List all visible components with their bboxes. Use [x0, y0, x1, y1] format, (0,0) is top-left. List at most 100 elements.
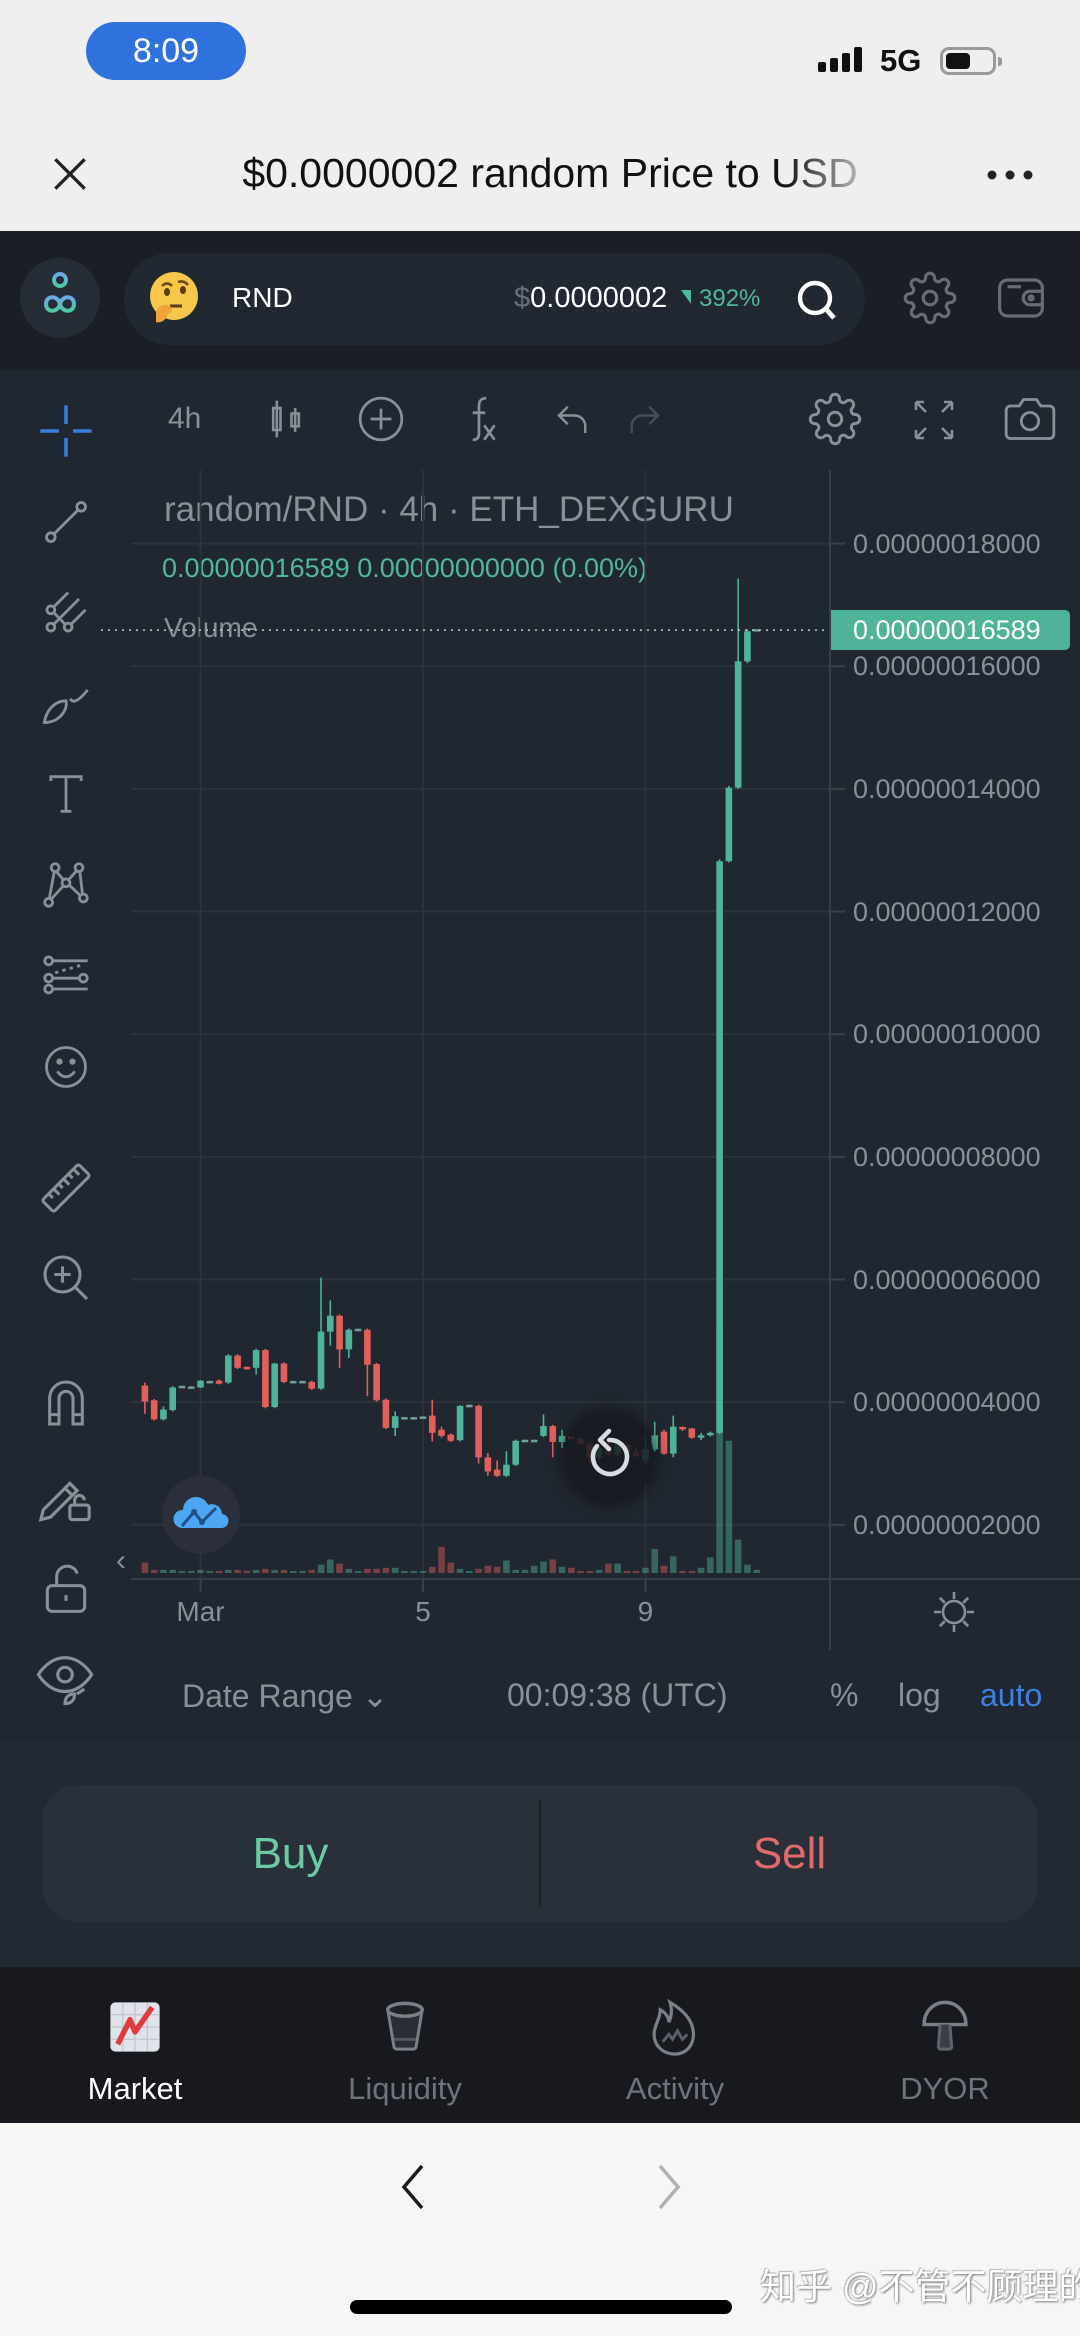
tradingview-logo-button[interactable]: [162, 1476, 240, 1554]
tool-brush[interactable]: [40, 677, 92, 729]
snapshot-button[interactable]: [1003, 393, 1057, 445]
candle-body: [262, 1350, 269, 1408]
candlestick-chart[interactable]: [101, 470, 845, 1592]
candle-body: [252, 1350, 260, 1368]
nav-label: Market: [87, 2071, 183, 2106]
tool-crosshair[interactable]: [38, 403, 94, 459]
candle: [716, 859, 723, 1435]
candle-doji: [206, 1380, 214, 1384]
ruler-icon: [41, 1163, 91, 1213]
chevron-right-icon: [658, 2164, 681, 2210]
volume-bar: [466, 1570, 473, 1573]
candle: [160, 1406, 167, 1421]
percent-scale-toggle[interactable]: %: [830, 1677, 858, 1714]
battery-nub: [998, 57, 1002, 66]
indicators-button[interactable]: [455, 394, 505, 444]
tool-text[interactable]: [40, 768, 92, 820]
undo-button[interactable]: [551, 398, 595, 440]
nav-item-dyor[interactable]: DYOR: [810, 1967, 1080, 2123]
page-title: $0.0000002 random Price to USD: [242, 150, 858, 196]
utc-clock[interactable]: 00:09:38 (UTC): [507, 1677, 728, 1714]
tool-zoom-in[interactable]: [38, 1250, 94, 1306]
volume-bar: [697, 1567, 705, 1573]
tool-hide-drawings[interactable]: [36, 1648, 94, 1706]
browser-back-button[interactable]: [392, 2160, 434, 2214]
candle-body: [308, 1381, 316, 1389]
price-axis-label: 0.00000018000: [853, 528, 1041, 559]
volume-bar: [364, 1568, 371, 1573]
battery-icon: [940, 47, 1002, 75]
candle: [503, 1451, 510, 1477]
home-indicator[interactable]: [350, 2300, 732, 2314]
add-indicator-icon: [358, 396, 404, 442]
candle-body: [215, 1380, 223, 1384]
volume-bar: [568, 1567, 575, 1573]
fullscreen-button[interactable]: [910, 396, 958, 444]
candle-body: [364, 1329, 371, 1365]
candle-body: [150, 1400, 158, 1420]
flame-icon: [645, 1995, 705, 2059]
buy-button[interactable]: Buy: [42, 1785, 539, 1922]
candle: [317, 1277, 325, 1390]
volume-bar: [373, 1568, 380, 1573]
nav-item-liquidity[interactable]: Liquidity: [270, 1967, 540, 2123]
chart-settings-button[interactable]: [808, 392, 862, 446]
add-indicator-button[interactable]: [356, 394, 406, 444]
tool-pattern[interactable]: [40, 859, 92, 911]
tool-magnet[interactable]: [38, 1375, 94, 1431]
auto-scale-toggle[interactable]: auto: [980, 1677, 1042, 1714]
candle: [660, 1429, 668, 1455]
more-options-button[interactable]: [982, 160, 1038, 190]
sell-button[interactable]: Sell: [541, 1785, 1038, 1922]
tool-emoji[interactable]: [40, 1041, 92, 1093]
tool-fibonacci[interactable]: [40, 950, 92, 1002]
candle: [382, 1398, 390, 1430]
volume-bar: [215, 1570, 223, 1573]
volume-bar: [243, 1570, 251, 1573]
date-range-dropdown[interactable]: Date Range ⌄: [182, 1677, 388, 1715]
interval-selector[interactable]: 4h: [168, 402, 201, 436]
volume-bar: [493, 1566, 501, 1573]
candle-body: [669, 1426, 677, 1454]
tool-ruler[interactable]: [38, 1160, 94, 1216]
candle-body: [697, 1435, 705, 1438]
candle: [725, 785, 733, 863]
candle: [243, 1366, 251, 1370]
emoji-icon: [45, 1046, 87, 1088]
log-scale-toggle[interactable]: log: [898, 1677, 941, 1714]
scroll-left-button[interactable]: ‹: [116, 1544, 126, 1578]
candle-body: [549, 1426, 557, 1443]
candle-body: [744, 631, 751, 662]
chart-type-button[interactable]: [264, 396, 308, 442]
candle-body: [493, 1469, 501, 1476]
candle: [744, 629, 751, 664]
pitchfork-icon: [45, 591, 87, 633]
close-browser-button[interactable]: [48, 152, 92, 196]
wallet-button[interactable]: [994, 271, 1048, 325]
settings-button[interactable]: [903, 271, 957, 325]
app-logo-button[interactable]: [20, 258, 100, 338]
volume-bar: [178, 1570, 186, 1573]
candle-doji: [410, 1417, 418, 1420]
tool-pitchfork[interactable]: [40, 586, 92, 638]
axis-settings-button[interactable]: [930, 1588, 978, 1636]
tool-lock-drawings[interactable]: [36, 1464, 94, 1522]
volume-bar: [280, 1569, 288, 1573]
volume-bar: [679, 1570, 686, 1573]
candle-doji: [530, 1439, 538, 1443]
tool-trend-line[interactable]: [40, 496, 92, 548]
browser-forward-button[interactable]: [648, 2160, 690, 2214]
redo-button[interactable]: [622, 398, 666, 440]
trend-line-icon: [45, 501, 87, 543]
tool-lock[interactable]: [38, 1560, 94, 1616]
nav-item-activity[interactable]: Activity: [540, 1967, 810, 2123]
volume-bar: [707, 1557, 714, 1573]
nav-item-market[interactable]: Market: [0, 1967, 270, 2123]
volume-bar: [252, 1569, 260, 1573]
candle-body: [484, 1457, 492, 1472]
reset-chart-button[interactable]: [564, 1412, 654, 1502]
time-axis-label: Mar: [176, 1596, 225, 1627]
search-button[interactable]: [793, 276, 841, 324]
market-chart-icon: [105, 1995, 165, 2059]
candle: [326, 1300, 334, 1346]
